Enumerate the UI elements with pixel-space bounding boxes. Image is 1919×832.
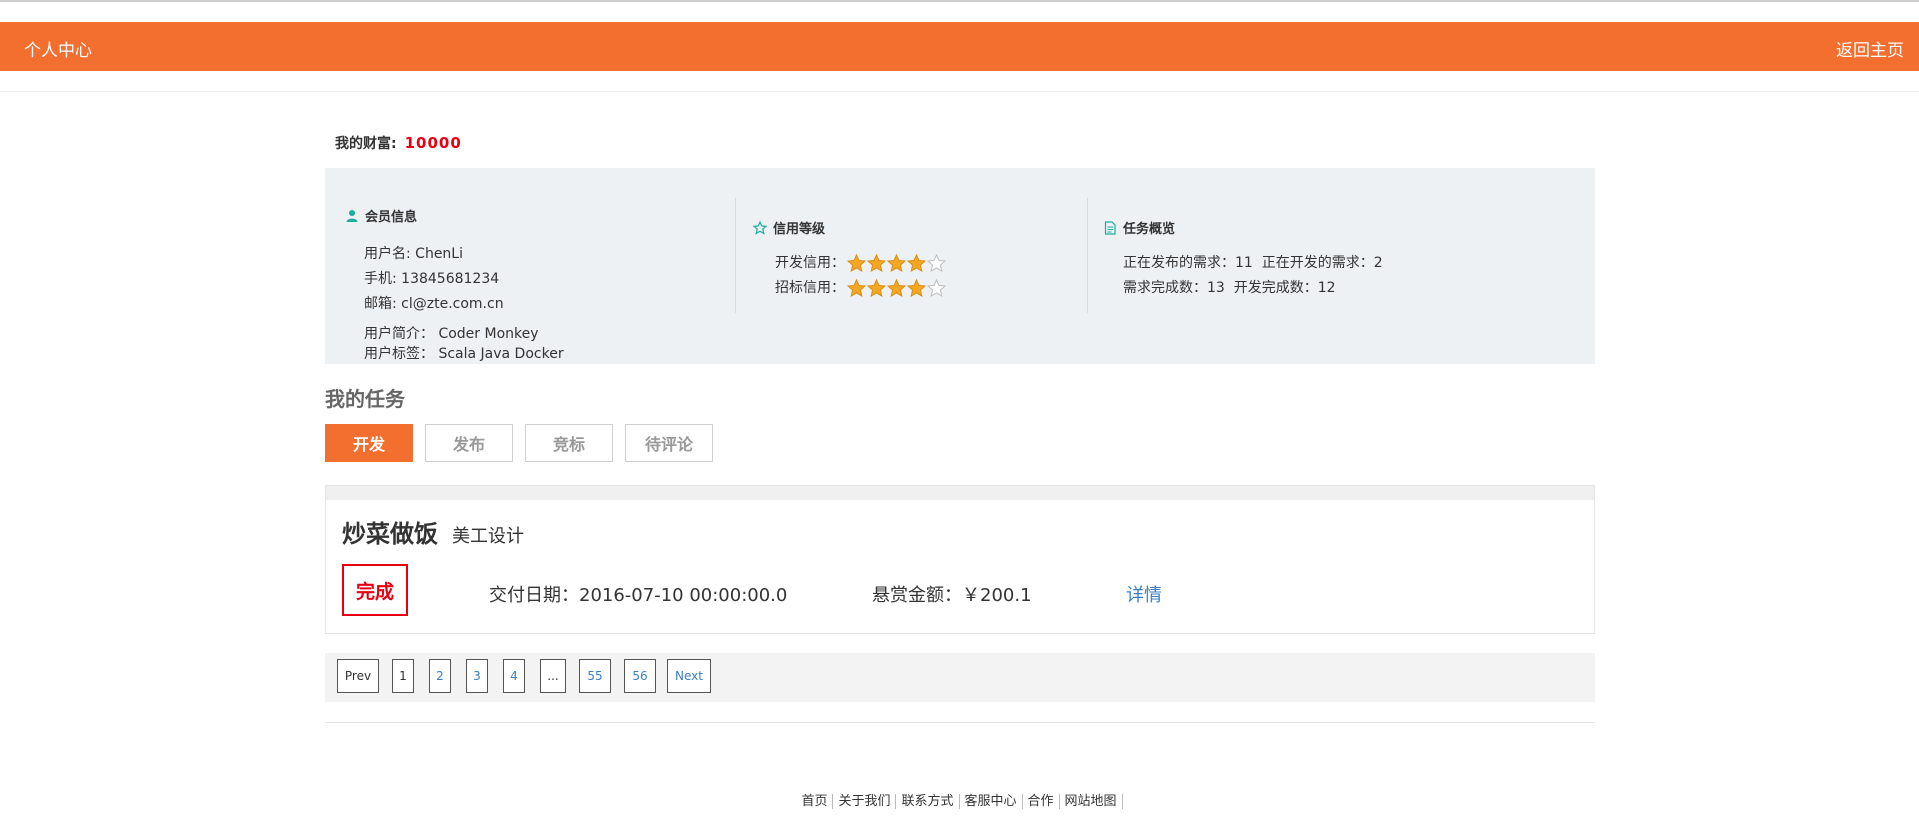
dev-credit-stars: [847, 254, 947, 272]
tab-pending-review[interactable]: 待评论: [625, 424, 713, 462]
task-card-header-strip: [326, 486, 1594, 500]
overview-heading: 任务概览: [1103, 218, 1175, 237]
page-button[interactable]: 55: [579, 659, 611, 693]
footer-link-home[interactable]: 首页: [796, 794, 834, 809]
top-border: [0, 0, 1919, 2]
wealth-value: 10000: [404, 134, 462, 152]
star-outline-icon: [753, 220, 767, 235]
email-line: 邮箱: cl@zte.com.cn: [364, 296, 504, 312]
footer-link-contact[interactable]: 联系方式: [896, 794, 960, 809]
content-bottom-divider: [325, 722, 1595, 723]
page-title: 个人中心: [24, 41, 92, 61]
overview-title: 任务概览: [1123, 222, 1176, 237]
page-ellipsis: ...: [540, 659, 566, 693]
detail-link[interactable]: 详情: [1126, 581, 1162, 607]
page-button[interactable]: 4: [503, 659, 525, 693]
delivery-date: 交付日期：2016-07-10 00:00:00.0: [489, 585, 788, 606]
overview-line-2: 需求完成数：13 开发完成数：12: [1123, 280, 1336, 296]
credit-section: 信用等级 开发信用： 招标信用：: [735, 168, 1087, 364]
task-overview-section: 任务概览 正在发布的需求：11 正在开发的需求：2 需求完成数：13 开发完成数…: [1087, 168, 1595, 364]
member-info-heading: 会员信息: [345, 206, 417, 225]
member-info-section: 会员信息 用户名: ChenLi 手机: 13845681234 邮箱: cl@…: [325, 168, 735, 364]
overview-line-1: 正在发布的需求：11 正在开发的需求：2: [1123, 255, 1383, 271]
footer-link-partners[interactable]: 合作: [1023, 794, 1060, 809]
document-icon: [1104, 220, 1116, 235]
pagination: Prev 1 2 3 4 ... 55 56 Next: [325, 653, 1595, 702]
page-button[interactable]: 56: [624, 659, 656, 693]
star-filled-icon: [907, 254, 926, 272]
my-tasks-title: 我的任务: [325, 387, 405, 411]
reward-amount: 悬赏金额：￥200.1: [872, 585, 1032, 606]
star-filled-icon: [907, 279, 926, 297]
task-card: 炒菜做饭 美工设计 完成 交付日期：2016-07-10 00:00:00.0 …: [325, 485, 1595, 634]
star-filled-icon: [887, 279, 906, 297]
task-tabs: 开发 发布 竞标 待评论: [325, 424, 725, 462]
tab-develop[interactable]: 开发: [325, 424, 413, 462]
task-name: 炒菜做饭: [342, 520, 438, 548]
star-filled-icon: [847, 254, 866, 272]
tags-line: 用户标签： Scala Java Docker: [364, 346, 564, 362]
page-button[interactable]: 3: [466, 659, 488, 693]
username-line: 用户名: ChenLi: [364, 246, 463, 262]
bid-credit-label: 招标信用：: [775, 280, 845, 296]
user-icon: [346, 209, 358, 222]
top-header-bar: 个人中心 返回主页: [0, 22, 1919, 71]
phone-line: 手机: 13845681234: [364, 271, 500, 287]
account-info-panel: 会员信息 用户名: ChenLi 手机: 13845681234 邮箱: cl@…: [325, 168, 1595, 364]
dev-credit-label: 开发信用：: [775, 255, 845, 271]
star-filled-icon: [887, 254, 906, 272]
task-category: 美工设计: [452, 526, 524, 547]
member-info-title: 会员信息: [365, 210, 418, 225]
star-filled-icon: [847, 279, 866, 297]
star-empty-icon: [927, 279, 946, 297]
credit-title: 信用等级: [773, 222, 826, 237]
bid-credit-row: 招标信用：: [775, 277, 947, 297]
star-filled-icon: [867, 279, 886, 297]
tab-publish[interactable]: 发布: [425, 424, 513, 462]
home-link[interactable]: 返回主页: [1836, 36, 1904, 61]
footer-link-support[interactable]: 客服中心: [960, 794, 1023, 809]
star-filled-icon: [867, 254, 886, 272]
star-empty-icon: [927, 254, 946, 272]
footer-link-about[interactable]: 关于我们: [833, 794, 897, 809]
header-divider: [0, 91, 1919, 92]
intro-line: 用户简介： Coder Monkey: [364, 326, 539, 342]
prev-page-button[interactable]: Prev: [337, 659, 379, 693]
status-badge: 完成: [342, 564, 408, 616]
page-button[interactable]: 1: [392, 659, 414, 693]
bid-credit-stars: [847, 279, 947, 297]
credit-heading: 信用等级: [753, 218, 825, 237]
dev-credit-row: 开发信用：: [775, 252, 947, 272]
tab-bidding[interactable]: 竞标: [525, 424, 613, 462]
wealth-label: 我的财富:: [335, 136, 397, 152]
footer-link-sitemap[interactable]: 网站地图: [1060, 794, 1123, 809]
wealth-display: 我的财富: 10000: [335, 133, 462, 153]
footer-nav: 首页 关于我们 联系方式 客服中心 合作 网站地图: [0, 794, 1919, 809]
page-button[interactable]: 2: [429, 659, 451, 693]
next-page-button[interactable]: Next: [667, 659, 711, 693]
